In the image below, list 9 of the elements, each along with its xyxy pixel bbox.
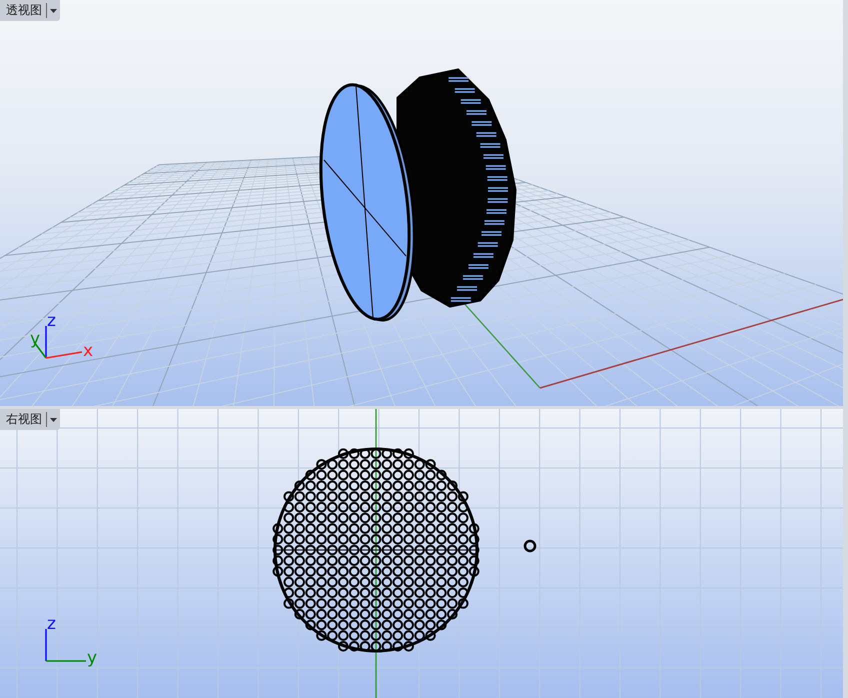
caret-icon — [50, 418, 57, 422]
ring-drawing — [524, 540, 536, 552]
caret-icon — [50, 8, 57, 12]
axis-label: z — [47, 614, 56, 634]
dropdown-button[interactable] — [46, 3, 60, 18]
axis-label: y — [87, 648, 98, 668]
axis-label: z — [47, 311, 56, 331]
axis-label: x — [83, 341, 94, 361]
dropdown-button[interactable] — [46, 412, 60, 427]
